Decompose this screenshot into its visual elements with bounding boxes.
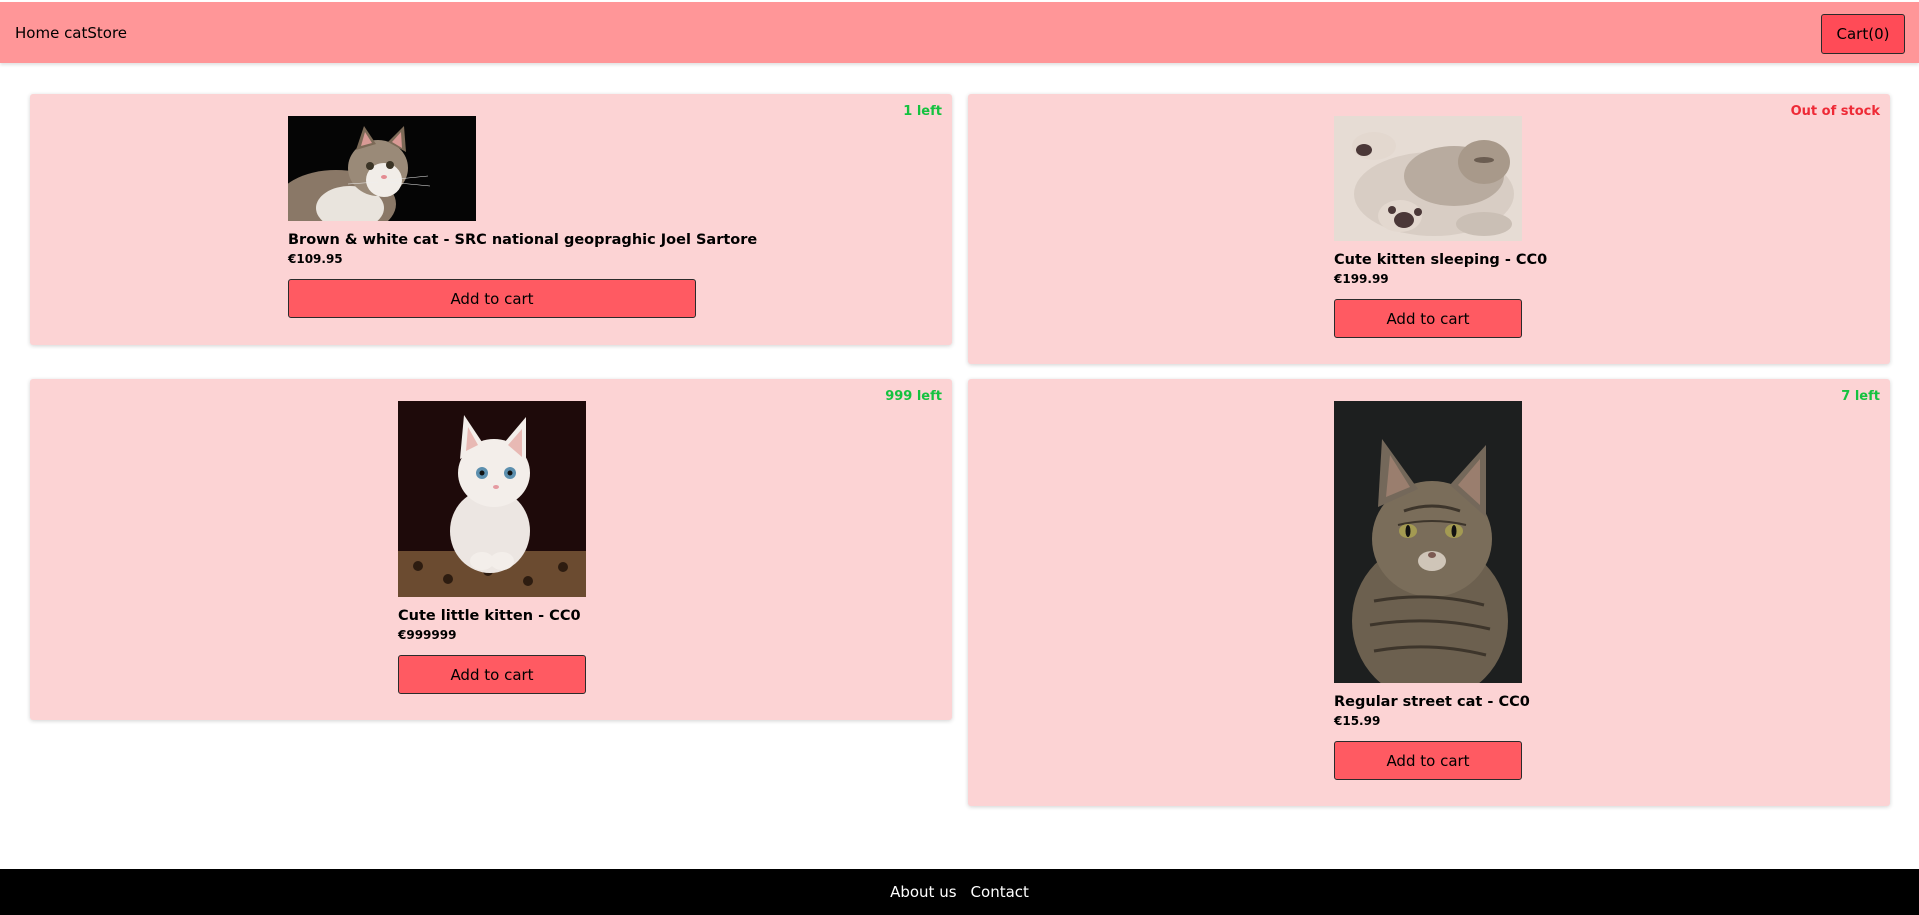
stock-status: 999 left	[885, 389, 942, 404]
product-image	[288, 116, 476, 221]
product-card: 999 left Cute little kitten - CC0 €99999…	[30, 379, 952, 720]
product-card: 1 left Brown & white cat - SRC national …	[30, 94, 952, 345]
add-to-cart-button[interactable]: Add to cart	[1334, 741, 1522, 780]
product-name: Cute little kitten - CC0	[398, 608, 581, 624]
product-info: Cute kitten sleeping - CC0 €199.99 Add t…	[1334, 116, 1548, 338]
cart-button[interactable]: Cart(0)	[1821, 14, 1905, 54]
product-name: Brown & white cat - SRC national geoprag…	[288, 232, 758, 248]
stock-status: Out of stock	[1790, 104, 1880, 119]
add-to-cart-button[interactable]: Add to cart	[288, 279, 696, 318]
navbar: Home catStore Cart(0)	[0, 2, 1919, 63]
product-price: €15.99	[1334, 714, 1381, 728]
footer: About us Contact	[0, 869, 1919, 915]
add-to-cart-button[interactable]: Add to cart	[398, 655, 586, 694]
product-info: Regular street cat - CC0 €15.99 Add to c…	[1334, 401, 1530, 780]
product-price: €199.99	[1334, 272, 1389, 286]
sleeping-kitten-photo	[1334, 116, 1522, 241]
product-name: Cute kitten sleeping - CC0	[1334, 252, 1548, 268]
product-info: Cute little kitten - CC0 €999999 Add to …	[398, 401, 586, 694]
contact-link[interactable]: Contact	[971, 883, 1029, 901]
brown-white-cat-photo	[288, 116, 476, 221]
product-name: Regular street cat - CC0	[1334, 694, 1530, 710]
product-info: Brown & white cat - SRC national geoprag…	[288, 116, 758, 318]
product-image	[1334, 401, 1522, 683]
add-to-cart-button[interactable]: Add to cart	[1334, 299, 1522, 338]
product-card: 7 left Regular street cat - CC0 €15.99 A…	[968, 379, 1890, 806]
home-link[interactable]: Home catStore	[15, 24, 127, 42]
white-kitten-photo	[398, 401, 586, 597]
about-us-link[interactable]: About us	[890, 883, 956, 901]
product-price: €109.95	[288, 252, 343, 266]
product-image	[398, 401, 586, 597]
tabby-cat-photo	[1334, 401, 1522, 683]
stock-status: 1 left	[903, 104, 942, 119]
product-image	[1334, 116, 1522, 241]
stock-status: 7 left	[1841, 389, 1880, 404]
product-price: €999999	[398, 628, 457, 642]
product-card: Out of stock Cute kitten sleeping - CC0 …	[968, 94, 1890, 364]
